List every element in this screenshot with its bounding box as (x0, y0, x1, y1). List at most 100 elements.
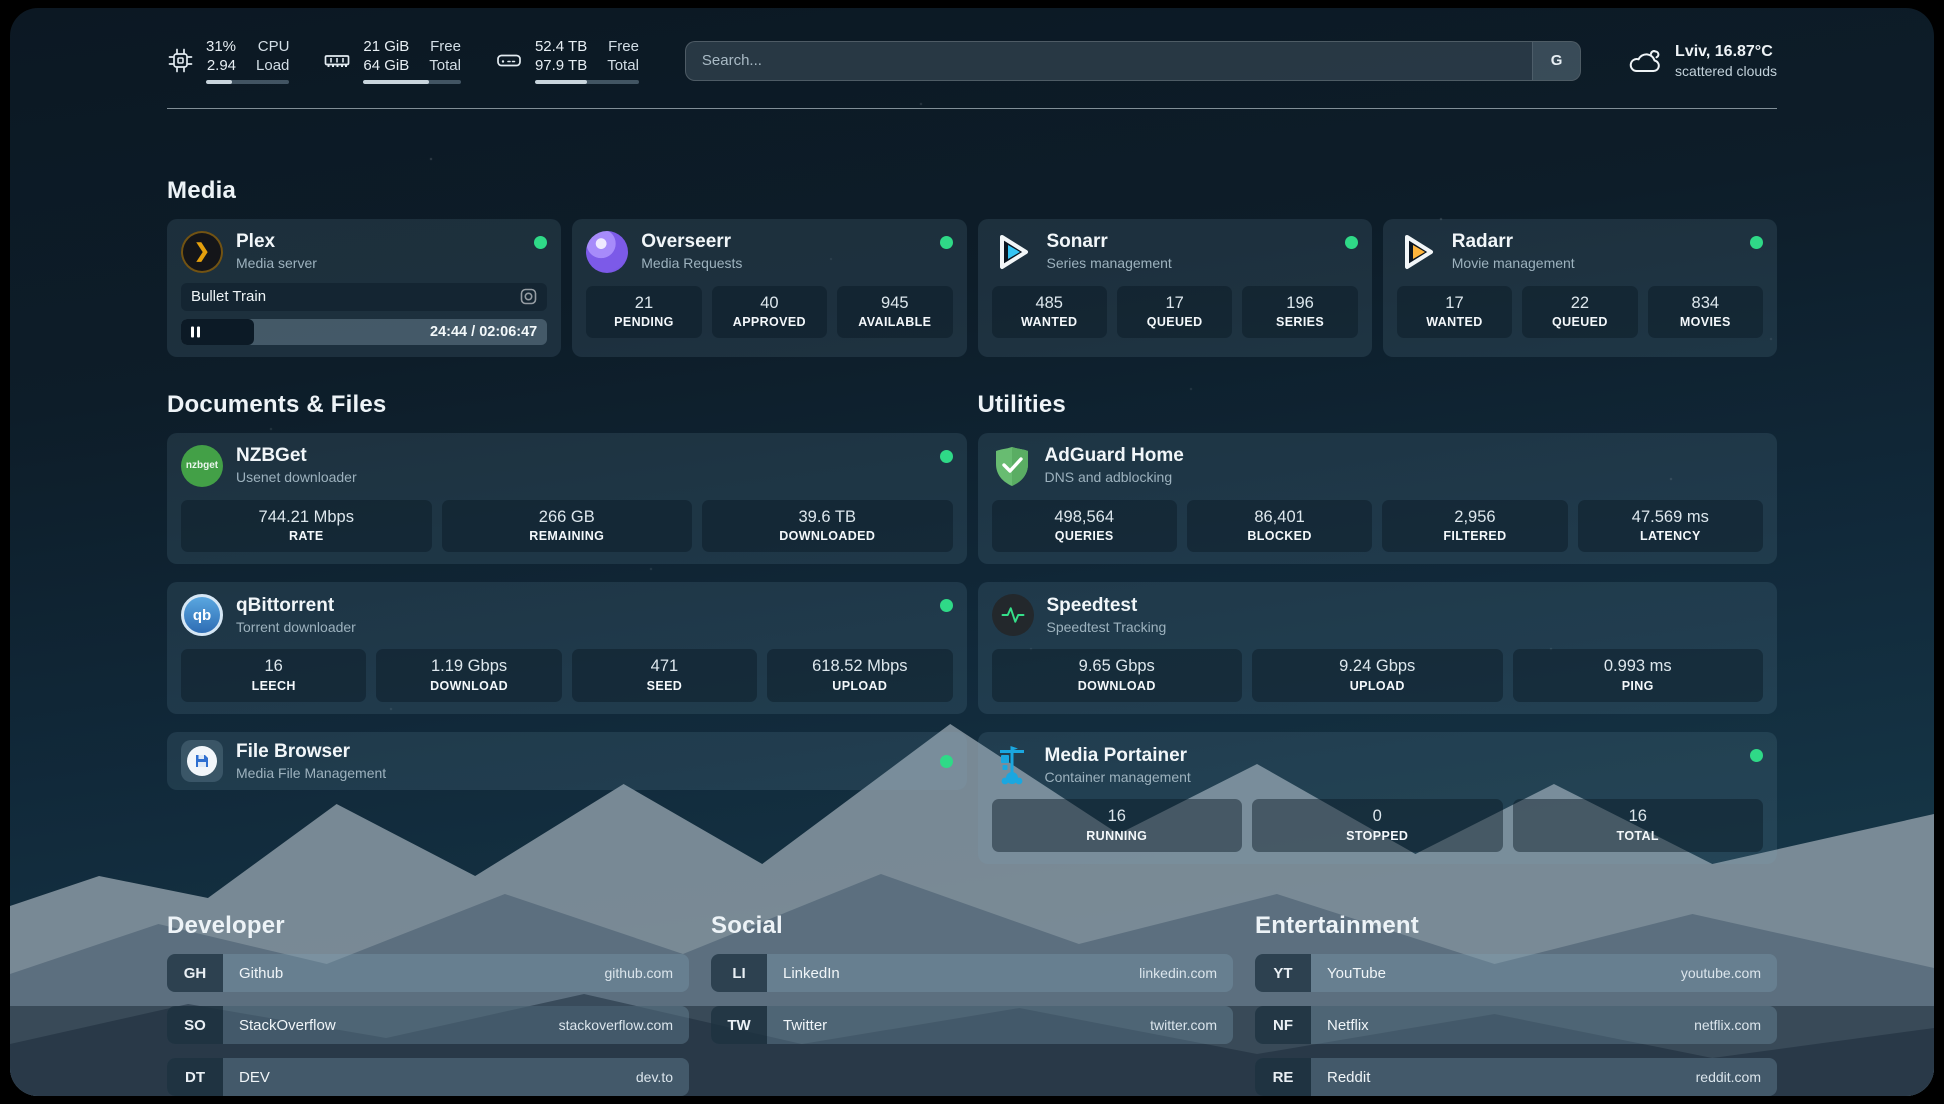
bookmark-group-social: Social LI LinkedIn linkedin.com TW Twitt… (711, 912, 1233, 1096)
movie-icon (520, 288, 537, 305)
bookmark-url: netflix.com (1694, 1017, 1777, 1033)
stat-box: 2,956 FILTERED (1382, 500, 1567, 553)
system-stats: 31% 2.94 CPU Load (167, 38, 639, 84)
memory-free-label: Free (430, 38, 461, 55)
disk-stat: 52.4 TB 97.9 TB Free Total (495, 38, 639, 84)
weather-widget: Lviv, 16.87°C scattered clouds (1627, 43, 1777, 79)
speedtest-icon (992, 594, 1034, 636)
overseerr-icon (586, 231, 628, 273)
stat-box: 40 APPROVED (712, 286, 827, 339)
qbittorrent-icon: qb (181, 594, 223, 636)
status-dot (1345, 236, 1358, 249)
bookmark-twitter[interactable]: TW Twitter twitter.com (711, 1006, 1233, 1044)
service-card-filebrowser[interactable]: File Browser Media File Management (167, 732, 967, 790)
service-card-overseerr[interactable]: Overseerr Media Requests 21 PENDING 40 A… (572, 219, 966, 357)
stat-box: 16 TOTAL (1513, 799, 1764, 852)
cpu-percent: 31% (206, 38, 236, 55)
section-title-developer: Developer (167, 912, 689, 940)
bookmark-url: dev.to (636, 1069, 689, 1085)
status-dot (940, 236, 953, 249)
bookmark-github[interactable]: GH Github github.com (167, 954, 689, 992)
now-playing-title: Bullet Train (191, 288, 512, 305)
service-subtitle: Usenet downloader (236, 469, 357, 485)
stat-box: 834 MOVIES (1648, 286, 1763, 339)
service-card-speedtest[interactable]: Speedtest Speedtest Tracking 9.65 Gbps D… (978, 582, 1778, 714)
service-name: Radarr (1452, 232, 1575, 253)
bookmark-netflix[interactable]: NF Netflix netflix.com (1255, 1006, 1777, 1044)
service-subtitle: Series management (1047, 255, 1172, 271)
service-subtitle: Media Requests (641, 255, 742, 271)
status-dot (1750, 749, 1763, 762)
stat-box: 17 WANTED (1397, 286, 1512, 339)
documents-column: Documents & Files nzbget NZBGet Usenet d… (167, 391, 967, 791)
service-subtitle: Speedtest Tracking (1047, 619, 1167, 635)
bookmark-dev[interactable]: DT DEV dev.to (167, 1058, 689, 1096)
bookmark-linkedin[interactable]: LI LinkedIn linkedin.com (711, 954, 1233, 992)
service-name: Plex (236, 232, 317, 253)
bookmark-name: YouTube (1311, 965, 1386, 982)
section-title-media: Media (167, 177, 1777, 205)
service-card-adguard[interactable]: AdGuard Home DNS and adblocking 498,564 … (978, 433, 1778, 565)
bookmark-abbr: DT (167, 1058, 223, 1096)
section-title-documents: Documents & Files (167, 391, 967, 419)
stat-box: 16 RUNNING (992, 799, 1243, 852)
disk-total-value: 97.9 TB (535, 57, 587, 74)
filebrowser-icon (181, 740, 223, 782)
search-provider-button[interactable]: G (1532, 42, 1580, 80)
bookmark-name: Twitter (767, 1017, 827, 1034)
top-bar: 31% 2.94 CPU Load (167, 38, 1777, 84)
stat-box: 16 LEECH (181, 649, 366, 702)
bookmark-name: Github (223, 965, 283, 982)
service-subtitle: Container management (1045, 769, 1191, 785)
service-card-portainer[interactable]: Media Portainer Container management 16 … (978, 732, 1778, 864)
cpu-usage-bar (206, 80, 289, 84)
bookmark-name: Reddit (1311, 1069, 1370, 1086)
bookmark-abbr: LI (711, 954, 767, 992)
memory-free-value: 21 GiB (363, 38, 409, 55)
status-dot (940, 755, 953, 768)
service-card-plex[interactable]: ❯ Plex Media server Bullet Train 24:44 /… (167, 219, 561, 357)
bookmark-url: stackoverflow.com (559, 1017, 689, 1033)
stat-box: 1.19 Gbps DOWNLOAD (376, 649, 561, 702)
section-title-utilities: Utilities (978, 391, 1778, 419)
bookmark-group-developer: Developer GH Github github.com SO StackO… (167, 912, 689, 1096)
nzbget-icon: nzbget (181, 445, 223, 487)
now-playing-row: Bullet Train (181, 283, 547, 311)
status-dot (940, 599, 953, 612)
stat-box: 9.24 Gbps UPLOAD (1252, 649, 1503, 702)
sonarr-icon (992, 231, 1034, 273)
pause-icon (191, 326, 200, 337)
bookmark-abbr: GH (167, 954, 223, 992)
memory-usage-bar (363, 80, 461, 84)
status-dot (534, 236, 547, 249)
stat-box: 21 PENDING (586, 286, 701, 339)
bookmark-url: linkedin.com (1139, 965, 1233, 981)
disk-total-label: Total (607, 57, 639, 74)
bookmark-reddit[interactable]: RE Reddit reddit.com (1255, 1058, 1777, 1096)
service-name: Speedtest (1047, 596, 1167, 617)
stat-box: 9.65 Gbps DOWNLOAD (992, 649, 1243, 702)
service-subtitle: Media File Management (236, 765, 386, 781)
bookmark-youtube[interactable]: YT YouTube youtube.com (1255, 954, 1777, 992)
memory-stat: 21 GiB 64 GiB Free Total (323, 38, 461, 84)
service-card-radarr[interactable]: Radarr Movie management 17 WANTED 22 QUE… (1383, 219, 1777, 357)
service-card-qbittorrent[interactable]: qb qBittorrent Torrent downloader 16 LEE… (167, 582, 967, 714)
bookmark-url: twitter.com (1150, 1017, 1233, 1033)
section-title-social: Social (711, 912, 1233, 940)
bookmark-name: DEV (223, 1069, 270, 1086)
media-card-grid: ❯ Plex Media server Bullet Train 24:44 /… (167, 219, 1777, 357)
status-dot (940, 450, 953, 463)
bookmark-stackoverflow[interactable]: SO StackOverflow stackoverflow.com (167, 1006, 689, 1044)
service-card-sonarr[interactable]: Sonarr Series management 485 WANTED 17 Q… (978, 219, 1372, 357)
search-input[interactable] (686, 42, 1532, 80)
screenshot-frame: 31% 2.94 CPU Load (0, 0, 1944, 1104)
service-name: File Browser (236, 742, 386, 763)
stat-box: 0.993 ms PING (1513, 649, 1764, 702)
disk-free-label: Free (608, 38, 639, 55)
weather-location-temp: Lviv, 16.87°C (1675, 43, 1777, 61)
stat-box: 0 STOPPED (1252, 799, 1503, 852)
service-name: AdGuard Home (1045, 446, 1184, 467)
stat-box: 17 QUEUED (1117, 286, 1232, 339)
stat-box: 744.21 Mbps RATE (181, 500, 432, 553)
service-card-nzbget[interactable]: nzbget NZBGet Usenet downloader 744.21 M… (167, 433, 967, 565)
